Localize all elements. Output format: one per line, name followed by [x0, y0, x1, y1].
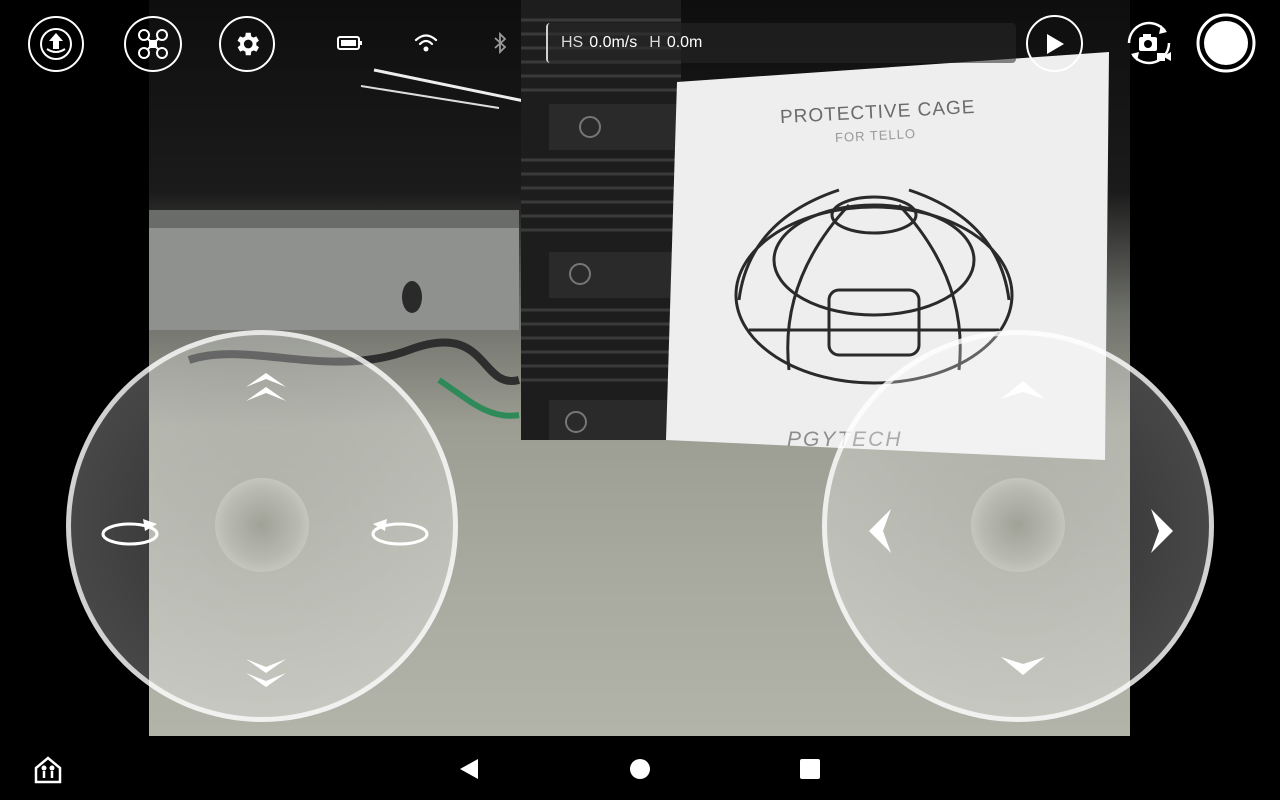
camera-switch-button[interactable] — [1119, 14, 1179, 72]
wifi-status — [412, 30, 440, 56]
settings-button[interactable] — [219, 16, 275, 72]
camera-switch-icon — [1127, 21, 1171, 65]
wifi-icon — [414, 34, 438, 52]
home-circle-icon[interactable] — [629, 758, 651, 780]
hs-label: HS — [561, 34, 584, 51]
rotate-ccw-icon — [101, 519, 159, 546]
hs-value: 0.0m/s — [589, 34, 638, 51]
chevron-right-icon — [1151, 509, 1173, 553]
telemetry-bar: HS 0.0m/s H 0.0m — [546, 23, 1016, 63]
logo-apple — [402, 281, 422, 313]
rotate-cw-icon — [371, 519, 429, 546]
gear-icon — [237, 32, 259, 56]
bluetooth-status — [490, 30, 510, 56]
recents-square-icon[interactable] — [799, 758, 821, 780]
flight-modes-button[interactable] — [124, 16, 182, 72]
bluetooth-icon — [494, 32, 507, 54]
right-joystick[interactable] — [822, 330, 1214, 722]
h-value: 0.0m — [666, 34, 703, 51]
right-joystick-knob[interactable] — [971, 478, 1065, 572]
h-label: H — [649, 34, 661, 51]
shutter-button[interactable] — [1196, 12, 1256, 74]
server-stack — [521, 0, 681, 440]
drone-icon — [138, 29, 168, 59]
takeoff-icon — [40, 28, 72, 60]
accessibility-home-icon[interactable] — [33, 754, 63, 784]
double-chevron-up-icon — [246, 373, 286, 401]
takeoff-button[interactable] — [28, 16, 84, 72]
battery-status — [336, 32, 364, 54]
shutter-icon — [1196, 13, 1256, 73]
left-joystick-knob[interactable] — [215, 478, 309, 572]
battery-icon — [337, 36, 362, 50]
left-joystick[interactable] — [66, 330, 458, 722]
ceiling-light — [373, 68, 530, 104]
double-chevron-down-icon — [246, 659, 286, 687]
system-nav-bar — [0, 736, 1280, 800]
play-icon — [1046, 33, 1064, 54]
chevron-up-icon — [1001, 381, 1045, 399]
play-button[interactable] — [1026, 15, 1083, 72]
back-triangle-icon[interactable] — [458, 757, 480, 781]
chevron-down-icon — [1001, 657, 1045, 675]
chevron-left-icon — [869, 509, 891, 553]
